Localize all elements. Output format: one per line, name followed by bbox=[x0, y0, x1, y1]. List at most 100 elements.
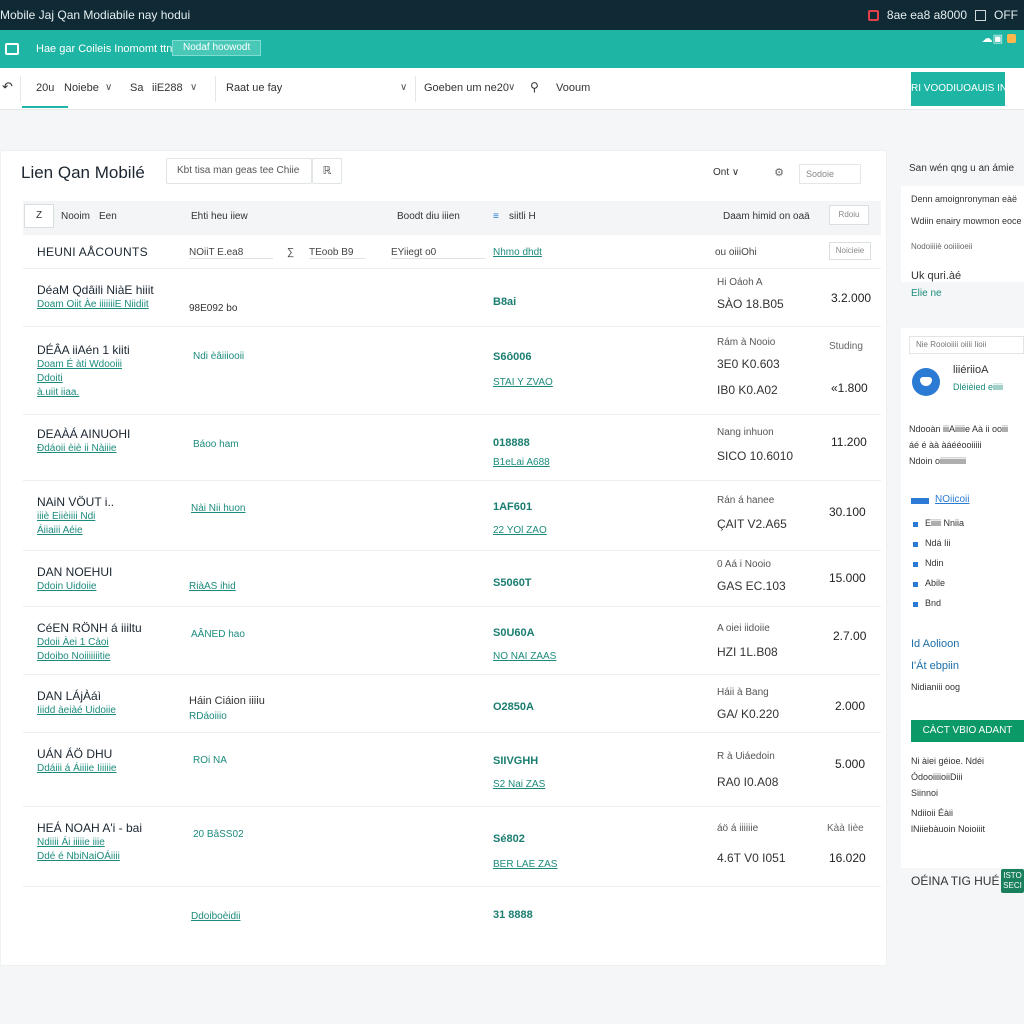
view-input[interactable]: Sodoie bbox=[799, 164, 861, 184]
chevron-down-icon[interactable]: ∨ bbox=[105, 82, 112, 93]
breadcrumb[interactable]: Hae gar Coileis Inomomt ttn bbox=[36, 43, 172, 55]
table-row[interactable]: Ddoiboèidii 31 8888 bbox=[23, 887, 881, 965]
account-name[interactable]: HEÁ NOAH A'i - bai bbox=[37, 821, 142, 835]
column-header[interactable]: Daam himid on oaä bbox=[723, 211, 810, 222]
group-link[interactable]: Nhmo dhdt bbox=[493, 247, 542, 258]
account-link[interactable]: Ddoii Àei 1 Càoi bbox=[37, 637, 109, 648]
range-filter-value[interactable]: Noiebe bbox=[64, 82, 99, 94]
account-name[interactable]: UÁN ÁÖ DHU bbox=[37, 747, 112, 761]
sidebar-search-input[interactable]: Nie Rooioiiii oiiii Iioii bbox=[909, 336, 1024, 354]
account-code-link[interactable]: STAI Y ZVAO bbox=[493, 377, 553, 388]
lock-icon[interactable] bbox=[1007, 34, 1016, 43]
account-code-link[interactable]: NO NAI ZAAS bbox=[493, 651, 556, 662]
cloud-icon[interactable]: ☁▣ bbox=[982, 32, 1003, 45]
account-code-link[interactable]: BER LAE ZAS bbox=[493, 859, 557, 870]
column-header[interactable]: Rdoiu bbox=[829, 205, 869, 225]
account-link[interactable]: Ddoibo Noiiiiiiitie bbox=[37, 651, 110, 662]
field3-select[interactable]: Raat ue fay bbox=[226, 82, 282, 94]
home-icon[interactable] bbox=[5, 43, 19, 55]
search-icon[interactable]: ⚲ bbox=[530, 80, 539, 94]
breadcrumb-chip[interactable]: Nodaf hoowodt bbox=[172, 40, 262, 56]
column-header[interactable]: Boodt diu iiien bbox=[397, 211, 460, 222]
sidebar-subtitle-sub[interactable]: Elie ne bbox=[911, 288, 942, 299]
account-detail[interactable]: Nài Nii huon bbox=[191, 503, 245, 514]
table-row[interactable]: DéaM Qdâili NiàE hiiit Doam Oiit Àe iiii… bbox=[23, 269, 881, 327]
table-row[interactable]: DAN NOEHUI Ddoin Uidoiie RiàAS ihid S506… bbox=[23, 551, 881, 607]
sort-select[interactable]: Ont ∨ bbox=[713, 167, 739, 178]
sidebar-menu-item[interactable]: Eiiiii Nniia bbox=[925, 518, 964, 528]
account-link[interactable]: Ddoin Uidoiie bbox=[37, 581, 96, 592]
settings-icon[interactable]: ⚙ bbox=[768, 162, 790, 184]
account-name[interactable]: CéEN RÖNH á iiiltu bbox=[37, 621, 142, 635]
table-row[interactable]: CéEN RÖNH á iiiltu Ddoii Àei 1 Càoi Ddoi… bbox=[23, 607, 881, 675]
search-button[interactable]: ℝ bbox=[312, 158, 342, 184]
select-all-checkbox[interactable]: Z bbox=[24, 204, 54, 228]
account-name[interactable]: DéaM Qdâili NiàE hiiit bbox=[37, 283, 154, 297]
account-code-link[interactable]: 22 YOl ZAO bbox=[493, 525, 547, 536]
group-action-button[interactable]: Noicieie bbox=[829, 242, 871, 260]
account-name[interactable]: NAiN VÖUT i.. bbox=[37, 495, 114, 509]
sidebar-highlight[interactable]: Id Aolioon bbox=[911, 638, 959, 650]
table-search-input[interactable]: Kbt tisa man geas tee Chiie bbox=[166, 158, 312, 184]
sidebar-list-item[interactable]: Siinnoi bbox=[911, 788, 938, 798]
sidebar-list-item[interactable]: lNiiebàuoin Noioiiit bbox=[911, 824, 985, 834]
account-link[interactable]: Áiiaiii Aéie bbox=[37, 525, 83, 536]
title-bar-end[interactable]: OFF bbox=[994, 8, 1018, 22]
field4-select[interactable]: Goeben um ne20 bbox=[424, 82, 509, 94]
group-filter[interactable]: TEoob B9 bbox=[309, 247, 353, 258]
account-code-link[interactable]: B1eLai A688 bbox=[493, 457, 550, 468]
record-icon[interactable] bbox=[867, 9, 879, 21]
account-name[interactable]: DÉÂA iiAén 1 kiiti bbox=[37, 343, 130, 357]
sidebar-menu-item[interactable]: Bnd bbox=[925, 598, 941, 608]
account-link[interactable]: Doam É àti Wdooiii bbox=[37, 359, 122, 370]
chevron-down-icon[interactable]: ∨ bbox=[190, 82, 197, 93]
account-link[interactable]: iiiè Eiièiiii Ndi bbox=[37, 511, 95, 522]
account-name[interactable]: DAN NOEHUI bbox=[37, 565, 112, 579]
group-filter-icon[interactable]: ∑ bbox=[287, 247, 294, 258]
account-link[interactable]: Iiidd àeiàé Uidoiie bbox=[37, 705, 116, 716]
sidebar-list-item[interactable]: Ndiioii Éàii bbox=[911, 808, 953, 818]
account-link[interactable]: à.uiit iiaa. bbox=[37, 387, 79, 398]
account-detail[interactable]: Ddoiboèidii bbox=[191, 911, 240, 922]
table-row[interactable]: UÁN ÁÖ DHU Ddáiii á Áiiiie Iiiiiie ROi N… bbox=[23, 733, 881, 807]
table-row[interactable]: HEÁ NOAH A'i - bai Ndiiii Ái iiiiie iiie… bbox=[23, 807, 881, 887]
sidebar-highlight[interactable]: I'Át ebpiin bbox=[911, 660, 959, 672]
account-name[interactable]: DEAÀÁ AINUOHI bbox=[37, 427, 130, 441]
chevron-down-icon[interactable]: ∨ bbox=[400, 82, 407, 93]
account-link[interactable]: Ðdáoii èiè ii Nàiiie bbox=[37, 443, 116, 454]
field2-label[interactable]: Sa bbox=[130, 82, 143, 94]
table-row[interactable]: NAiN VÖUT i.. iiiè Eiièiiii Ndi Áiiaiii … bbox=[23, 481, 881, 551]
group-filter[interactable]: NOiiT E.ea8 bbox=[189, 247, 243, 258]
table-row[interactable]: DÉÂA iiAén 1 kiiti Doam É àti Wdooiii Dd… bbox=[23, 327, 881, 415]
column-header[interactable]: siitli H bbox=[509, 211, 536, 222]
account-code-link[interactable]: S2 Nai ZAS bbox=[493, 779, 545, 790]
range-filter-label[interactable]: 20u bbox=[36, 82, 54, 94]
primary-action-button[interactable]: RI VOODIUOAUIS IN bbox=[911, 72, 1007, 106]
table-row[interactable]: DAN LÁjÀáì Iiidd àeiàé Uidoiie Háin Ciái… bbox=[23, 675, 881, 733]
account-link[interactable]: Ddé é NbiNaiOÁiiii bbox=[37, 851, 120, 862]
group-filter[interactable]: EYiiegt o0 bbox=[391, 247, 436, 258]
window-icon[interactable] bbox=[975, 9, 986, 21]
account-link[interactable]: Ndiiii Ái iiiiie iiie bbox=[37, 837, 105, 848]
column-header[interactable]: Nooim bbox=[61, 211, 90, 222]
sidebar-menu-title[interactable]: NOiicoii bbox=[935, 494, 969, 505]
sidebar-menu-item[interactable]: Abile bbox=[925, 578, 945, 588]
sidebar-menu-item[interactable]: Ndin bbox=[925, 558, 944, 568]
account-link[interactable]: Doam Oiit Àe iiiiiiiE Niidiit bbox=[37, 299, 149, 310]
table-row[interactable]: DEAÀÁ AINUOHI Ðdáoii èiè ii Nàiiie Báoo … bbox=[23, 415, 881, 481]
sidebar-list-item[interactable]: Ni àiei géioe. Ndéi bbox=[911, 756, 984, 766]
column-header[interactable]: Ehti heu iiew bbox=[191, 211, 248, 222]
avatar-name[interactable]: liiériioA bbox=[953, 364, 988, 376]
back-icon[interactable]: ↶ bbox=[2, 79, 13, 95]
account-detail[interactable]: RiàAS ihid bbox=[189, 581, 236, 592]
account-link[interactable]: Ddoiti bbox=[37, 373, 63, 384]
search-input[interactable] bbox=[592, 74, 908, 104]
chevron-down-icon[interactable]: ∨ bbox=[508, 82, 515, 93]
sidebar-menu-item[interactable]: Ndá Iii bbox=[925, 538, 951, 548]
avatar[interactable] bbox=[912, 368, 940, 396]
field2-value[interactable]: iiE288 bbox=[152, 82, 183, 94]
sidebar-action-button[interactable]: CÀCT VBIO ADANT bbox=[911, 720, 1024, 742]
account-link[interactable]: Ddáiii á Áiiiie Iiiiiie bbox=[37, 763, 116, 774]
column-header[interactable]: Een bbox=[99, 211, 117, 222]
account-name[interactable]: DAN LÁjÀáì bbox=[37, 689, 101, 703]
